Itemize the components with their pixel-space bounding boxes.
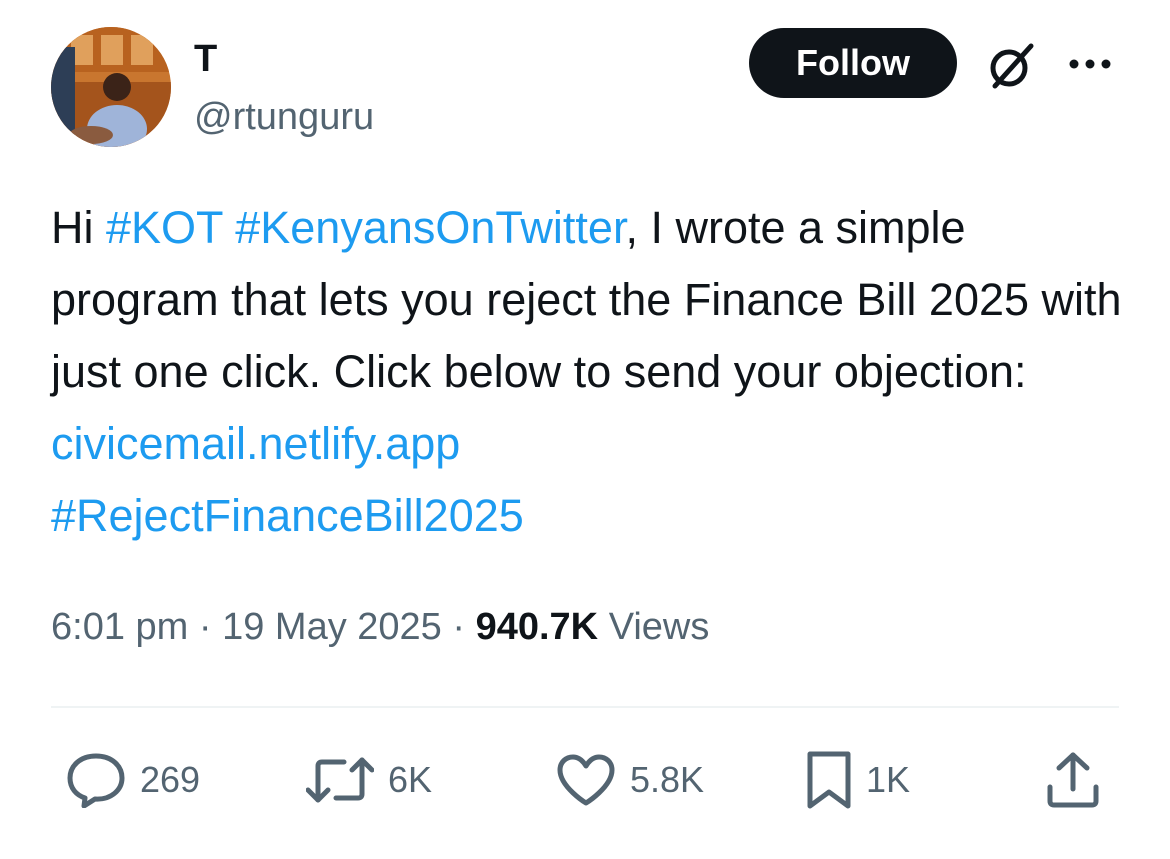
- tweet-meta: 6:01 pm · 19 May 2025 · 940.7K Views: [51, 602, 709, 652]
- hashtag-kenyansontwitter-link[interactable]: #KenyansOnTwitter: [235, 202, 625, 253]
- hashtag-kot-link[interactable]: #KOT: [106, 202, 223, 253]
- bookmark-button[interactable]: 1K: [806, 748, 910, 812]
- reply-button[interactable]: 269: [66, 748, 200, 812]
- avatar-photo: [51, 27, 171, 147]
- follow-button[interactable]: Follow: [749, 28, 957, 98]
- repost-icon: [306, 757, 374, 803]
- hashtag-rejectfinancebill-link[interactable]: #RejectFinanceBill2025: [51, 490, 524, 541]
- civicemail-link[interactable]: civicemail.netlify.app: [51, 418, 460, 469]
- like-button[interactable]: 5.8K: [556, 748, 704, 812]
- grok-slash-icon[interactable]: [985, 40, 1037, 92]
- views-label: Views: [598, 606, 710, 648]
- meta-separator: ·: [188, 606, 223, 648]
- display-name[interactable]: T: [194, 37, 217, 81]
- bookmark-count: 1K: [866, 759, 911, 800]
- avatar[interactable]: [51, 27, 171, 147]
- tweet-text: Hi #KOT #KenyansOnTwitter, I wrote a sim…: [51, 192, 1141, 552]
- repost-count: 6K: [388, 759, 433, 800]
- views-count[interactable]: 940.7K: [476, 606, 599, 648]
- share-button[interactable]: [1046, 748, 1100, 812]
- tweet-text-space: [223, 202, 236, 253]
- like-count: 5.8K: [630, 759, 705, 800]
- divider: [51, 706, 1119, 708]
- meta-separator: ·: [441, 606, 476, 648]
- bookmark-icon: [807, 751, 851, 809]
- reply-count: 269: [140, 759, 201, 800]
- tweet-time[interactable]: 6:01 pm: [51, 606, 188, 648]
- tweet-text-greeting: Hi: [51, 202, 106, 253]
- tweet-card: T @rtunguru Follow Hi #KOT #KenyansOnTwi…: [0, 0, 1170, 859]
- reply-bubble-icon: [67, 753, 125, 808]
- repost-button[interactable]: 6K: [306, 748, 432, 812]
- heart-icon: [557, 754, 615, 806]
- more-dots-icon[interactable]: [1066, 56, 1114, 72]
- user-handle[interactable]: @rtunguru: [194, 95, 374, 139]
- share-upload-icon: [1047, 752, 1099, 808]
- tweet-date[interactable]: 19 May 2025: [222, 606, 442, 648]
